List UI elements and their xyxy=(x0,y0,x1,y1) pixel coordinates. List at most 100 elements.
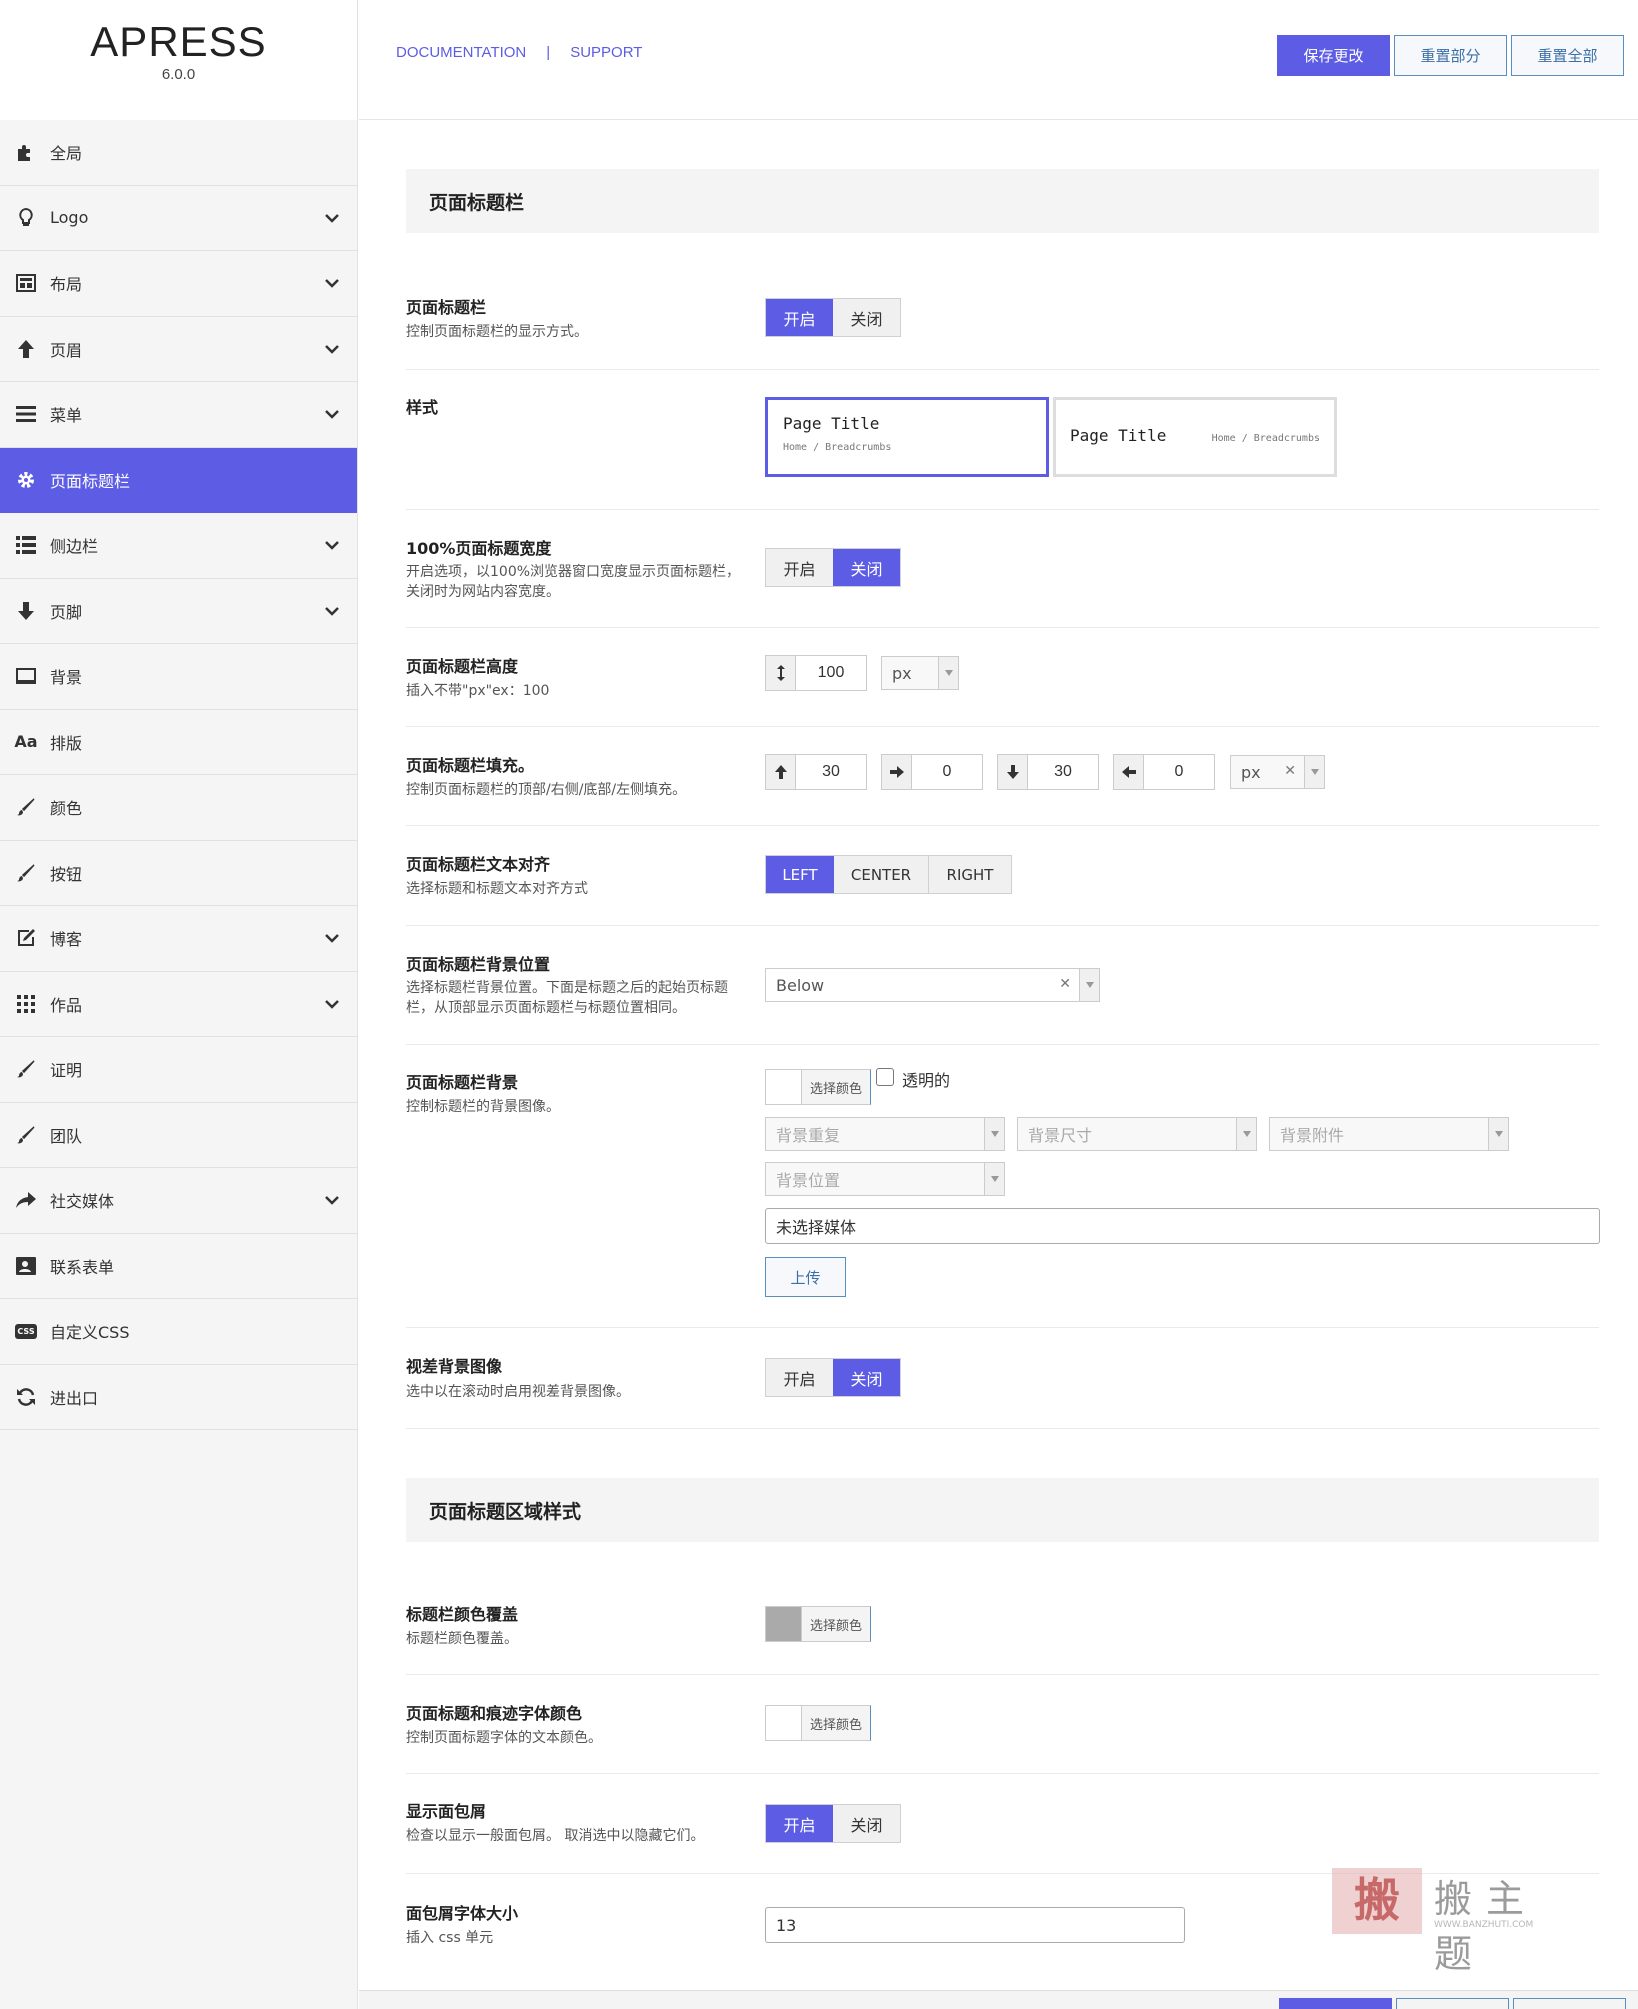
sidebar-item[interactable]: 菜单 xyxy=(0,382,357,448)
gear-icon xyxy=(14,468,38,492)
option-desc: 控制页面标题栏的顶部/右侧/底部/左侧填充。 xyxy=(406,782,687,798)
sidebar-item-label: 联系表单 xyxy=(50,1257,115,1277)
monitor-icon xyxy=(14,664,38,688)
sidebar-item-label: 页脚 xyxy=(50,602,83,622)
option-row-background: 页面标题栏背景 控制标题栏的背景图像。 选择颜色 透明的 背景重复 背景尺寸 背… xyxy=(406,1045,1600,1328)
sidebar-item[interactable]: 颜色 xyxy=(0,775,357,841)
clear-icon[interactable]: ✕ xyxy=(1059,976,1071,992)
option-row-color-overlay: 标题栏颜色覆盖 标题栏颜色覆盖。 选择颜色 xyxy=(406,1576,1599,1675)
chevron-down-icon xyxy=(323,274,341,292)
sidebar-nav: 全局 Logo 布局页眉 菜单 页面标题栏 侧边栏页脚背景 Aa 排版 颜色 按钮 博客 作品 证明团队… xyxy=(0,120,357,1430)
bg-color-picker[interactable]: 选择颜色 xyxy=(765,1069,872,1105)
toggle-on-button[interactable]: 开启 xyxy=(766,1359,833,1396)
toggle-on-button[interactable]: 开启 xyxy=(766,1805,833,1842)
sidebar-item-label: 自定义CSS xyxy=(50,1323,130,1343)
sidebar-item[interactable]: Aa 排版 xyxy=(0,710,357,775)
height-input[interactable] xyxy=(796,656,866,690)
upload-button[interactable]: 上传 xyxy=(765,1257,846,1297)
link-separator: | xyxy=(546,44,551,61)
padding-unit-select[interactable]: px ✕ xyxy=(1230,755,1325,789)
sidebar-item[interactable]: 联系表单 xyxy=(0,1234,357,1299)
sidebar-item[interactable]: 全局 xyxy=(0,120,357,186)
sidebar-item[interactable]: 团队 xyxy=(0,1103,357,1168)
font-color-picker[interactable]: 选择颜色 xyxy=(765,1705,872,1741)
padding-top-input[interactable] xyxy=(796,755,866,789)
style-option-inline[interactable]: Page Title Home / Breadcrumbs xyxy=(1053,397,1337,477)
sidebar-item[interactable]: 进出口 xyxy=(0,1365,357,1430)
reset-section-button[interactable]: 重置部分 xyxy=(1394,35,1507,76)
sidebar-item[interactable]: CSS 自定义CSS xyxy=(0,1299,357,1365)
toggle-off-button[interactable]: 关闭 xyxy=(833,1359,900,1396)
toggle-off-button[interactable]: 关闭 xyxy=(833,299,900,336)
option-desc: 插入不带"px"ex：100 xyxy=(406,683,550,699)
grid-icon xyxy=(14,992,38,1016)
sidebar-item[interactable]: 作品 xyxy=(0,972,357,1037)
sidebar-item[interactable]: 按钮 xyxy=(0,841,357,906)
padding-left-input[interactable] xyxy=(1144,755,1214,789)
align-center-button[interactable]: CENTER xyxy=(834,856,929,893)
bg-attachment-select[interactable]: 背景附件 xyxy=(1269,1117,1509,1151)
bg-position-2-select[interactable]: 背景位置 xyxy=(765,1162,1005,1196)
sidebar-item[interactable]: 页脚 xyxy=(0,579,357,644)
overlay-color-picker[interactable]: 选择颜色 xyxy=(765,1606,872,1642)
reset-all-button[interactable]: 重置全部 xyxy=(1511,35,1624,76)
sidebar-item[interactable]: 页眉 xyxy=(0,317,357,382)
align-right-button[interactable]: RIGHT xyxy=(929,856,1011,893)
padding-bottom-input[interactable] xyxy=(1028,755,1098,789)
toggle-off-button[interactable]: 关闭 xyxy=(833,1805,900,1842)
bg-position-select[interactable]: Below ✕ xyxy=(765,968,1100,1002)
bottom-reset-all-button[interactable] xyxy=(1513,1998,1626,2009)
sidebar-item[interactable]: 布局 xyxy=(0,251,357,317)
breadcrumbs-toggle: 开启 关闭 xyxy=(765,1804,901,1843)
save-changes-button[interactable]: 保存更改 xyxy=(1277,35,1390,76)
media-url-input[interactable]: 未选择媒体 xyxy=(765,1208,1600,1244)
toggle-off-button[interactable]: 关闭 xyxy=(833,549,900,586)
padding-top-field xyxy=(765,754,867,790)
sidebar-item-label: 布局 xyxy=(50,275,83,295)
bottom-reset-section-button[interactable] xyxy=(1396,1998,1509,2009)
arrow-left-icon xyxy=(1114,755,1144,789)
breadcrumb-font-size-input[interactable]: 13 xyxy=(765,1907,1185,1943)
transparent-checkbox[interactable] xyxy=(876,1068,894,1086)
sidebar-item[interactable]: 社交媒体 xyxy=(0,1168,357,1234)
refresh-icon xyxy=(14,1385,38,1409)
share-icon xyxy=(14,1188,38,1212)
bg-size-select[interactable]: 背景尺寸 xyxy=(1017,1117,1257,1151)
pick-color-label: 选择颜色 xyxy=(802,1706,871,1740)
option-desc: 选中以在滚动时启用视差背景图像。 xyxy=(406,1384,630,1400)
support-link[interactable]: SUPPORT xyxy=(570,44,642,61)
padding-right-input[interactable] xyxy=(912,755,982,789)
bg-repeat-select[interactable]: 背景重复 xyxy=(765,1117,1005,1151)
toggle-on-button[interactable]: 开启 xyxy=(766,299,833,336)
clear-icon[interactable]: ✕ xyxy=(1284,763,1296,779)
toggle-on-button[interactable]: 开启 xyxy=(766,549,833,586)
padding-right-field xyxy=(881,754,983,790)
option-desc: 控制页面标题字体的文本颜色。 xyxy=(406,1730,602,1746)
watermark: 搬 搬主题 WWW.BANZHUTI.COM xyxy=(1324,1864,1574,1976)
chevron-down-icon xyxy=(323,1191,341,1209)
page-title-bar-toggle: 开启 关闭 xyxy=(765,298,901,337)
sidebar-item[interactable]: 证明 xyxy=(0,1037,357,1103)
option-title: 视差背景图像 xyxy=(406,1357,503,1376)
height-unit-select[interactable]: px xyxy=(881,656,959,690)
dropdown-arrow-icon xyxy=(984,1118,1004,1150)
documentation-link[interactable]: DOCUMENTATION xyxy=(396,44,526,61)
bottom-bar xyxy=(359,1990,1638,2009)
svg-text:搬: 搬 xyxy=(1354,1873,1400,1927)
align-left-button[interactable]: LEFT xyxy=(766,856,834,893)
sidebar-item[interactable]: 页面标题栏 xyxy=(0,447,357,513)
sidebar-item[interactable]: 博客 xyxy=(0,906,357,972)
dropdown-arrow-icon xyxy=(938,657,958,689)
preview-breadcrumb: Home / Breadcrumbs xyxy=(783,442,892,453)
option-row-page-title-bar: 页面标题栏 控制页面标题栏的显示方式。 开启 关闭 xyxy=(406,268,1599,370)
style-option-stacked[interactable]: Page Title Home / Breadcrumbs xyxy=(765,397,1049,477)
option-row-align: 页面标题栏文本对齐 选择标题和标题文本对齐方式 LEFT CENTER RIGH… xyxy=(406,826,1599,926)
sidebar-item[interactable]: 背景 xyxy=(0,644,357,710)
chevron-down-icon xyxy=(323,405,341,423)
sidebar-item-label: 团队 xyxy=(50,1126,83,1146)
sidebar-item[interactable]: Logo xyxy=(0,186,357,251)
sidebar-item[interactable]: 侧边栏 xyxy=(0,513,357,579)
chevron-down-icon xyxy=(323,209,341,227)
style-picker: Page Title Home / Breadcrumbs Page Title… xyxy=(765,397,1365,479)
bottom-save-button[interactable] xyxy=(1279,1998,1392,2009)
